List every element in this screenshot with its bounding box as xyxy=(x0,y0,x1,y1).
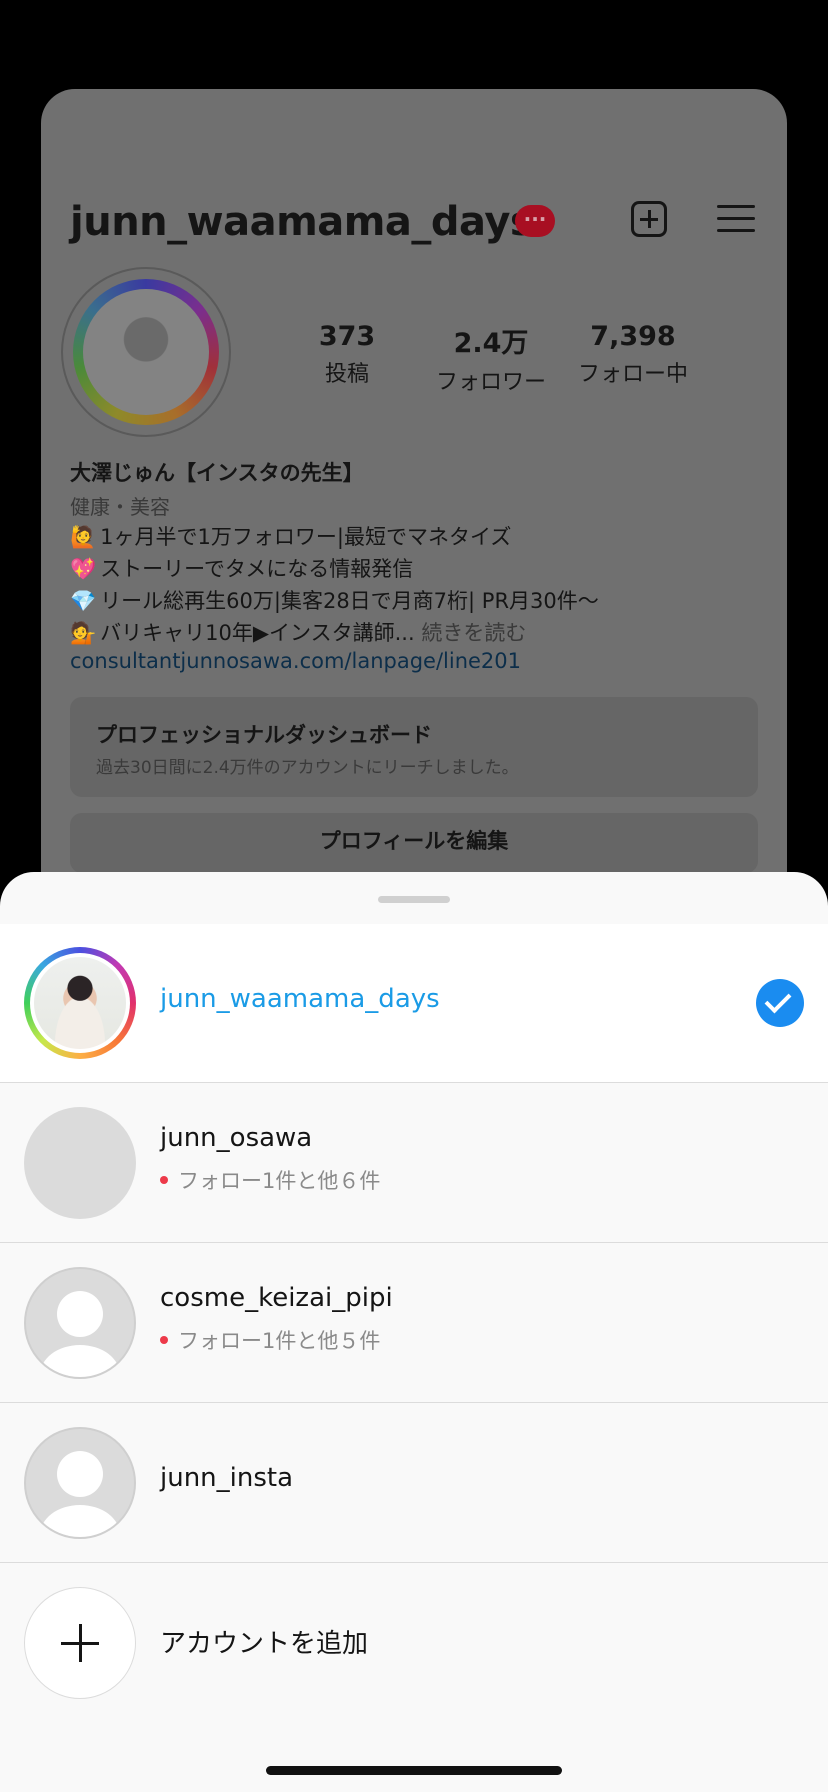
heart-emoji: 💖 xyxy=(70,557,97,581)
raising-hand-emoji: 🙋 xyxy=(70,525,97,549)
bio-text: ストーリーでタメになる情報発信 xyxy=(100,557,414,581)
plus-icon xyxy=(24,1587,136,1699)
account-row-junn-osawa[interactable]: junn_osawa フォロー1件と他６件 xyxy=(0,1083,828,1243)
bio-line: 💖 ストーリーでタメになる情報発信 xyxy=(70,553,413,583)
read-more-link[interactable]: 続きを読む xyxy=(421,621,526,645)
account-row-cosme-keizai-pipi[interactable]: cosme_keizai_pipi フォロー1件と他５件 xyxy=(0,1243,828,1403)
dashboard-subtitle: 過去30日間に2.4万件のアカウントにリーチしました。 xyxy=(96,758,519,778)
account-avatar xyxy=(24,1107,136,1219)
sheet-grabber[interactable] xyxy=(378,896,450,903)
bio-text: 1ヶ月半で1万フォロワー|最短でマネタイズ xyxy=(100,525,512,549)
profile-website-link[interactable]: consultantjunnosawa.com/lanpage/line201 xyxy=(70,649,521,673)
bio-text: バリキャリ10年▶インスタ講師... xyxy=(100,621,415,645)
profile-category: 健康・美容 xyxy=(70,495,170,519)
bio-line: 💁 バリキャリ10年▶インスタ講師... 続きを読む xyxy=(70,617,526,647)
default-avatar-icon xyxy=(24,1267,136,1379)
account-activity-text: フォロー1件と他６件 xyxy=(178,1169,381,1193)
profile-avatar[interactable] xyxy=(61,267,231,437)
account-avatar xyxy=(24,947,136,1059)
dashboard-title: プロフェッショナルダッシュボード xyxy=(96,723,432,747)
followers-count: 2.4万 xyxy=(453,328,529,359)
account-username: cosme_keizai_pipi xyxy=(160,1283,393,1313)
profile-username[interactable]: junn_waamama_days xyxy=(70,199,534,245)
bio-line: 💎 リール総再生60万|集客28日で月商7桁| PR月30件〜 xyxy=(70,585,599,615)
posts-label: 投稿 xyxy=(324,362,369,387)
gem-emoji: 💎 xyxy=(70,589,97,613)
account-username: junn_osawa xyxy=(160,1123,313,1153)
notification-badge[interactable]: ··· xyxy=(515,205,555,237)
followers-stat[interactable]: 2.4万 フォロワー xyxy=(421,321,561,396)
profile-photo xyxy=(34,957,126,1049)
account-username: junn_waamama_days xyxy=(160,984,440,1014)
professional-dashboard[interactable]: プロフェッショナルダッシュボード 過去30日間に2.4万件のアカウントにリーチし… xyxy=(70,697,758,797)
account-row-junn-insta[interactable]: junn_insta xyxy=(0,1403,828,1563)
bio-text: リール総再生60万|集客28日で月商7桁| PR月30件〜 xyxy=(100,589,599,613)
notification-dot xyxy=(160,1176,168,1184)
account-username: junn_insta xyxy=(160,1463,294,1493)
posts-count: 373 xyxy=(318,321,376,352)
bio-line: 🙋 1ヶ月半で1万フォロワー|最短でマネタイズ xyxy=(70,521,511,551)
checkmark-icon xyxy=(756,979,804,1027)
display-name: 大澤じゅん【インスタの先生】 xyxy=(70,461,364,485)
profile-photo xyxy=(83,289,209,415)
add-account-label: アカウントを追加 xyxy=(160,1629,369,1659)
notification-dot xyxy=(160,1336,168,1344)
account-activity: フォロー1件と他６件 xyxy=(160,1165,380,1195)
home-indicator[interactable] xyxy=(266,1766,562,1775)
account-row-junn-waamama-days[interactable]: junn_waamama_days xyxy=(0,924,828,1082)
default-avatar-icon xyxy=(24,1427,136,1539)
account-activity-text: フォロー1件と他５件 xyxy=(178,1329,381,1353)
profile-background: junn_waamama_days ··· 373 投稿 2.4万 フォロワー … xyxy=(41,89,787,989)
following-stat[interactable]: 7,398 フォロー中 xyxy=(563,321,703,388)
following-label: フォロー中 xyxy=(577,362,688,387)
account-activity: フォロー1件と他５件 xyxy=(160,1325,380,1355)
followers-label: フォロワー xyxy=(435,370,546,395)
posts-stat[interactable]: 373 投稿 xyxy=(277,321,417,388)
add-account-row[interactable]: アカウントを追加 xyxy=(0,1563,828,1723)
create-post-icon[interactable] xyxy=(631,201,667,237)
hamburger-menu-icon[interactable] xyxy=(717,205,755,233)
account-switcher-sheet: junn_waamama_days junn_osawa フォロー1件と他６件 … xyxy=(0,872,828,1792)
person-tipping-hand-emoji: 💁 xyxy=(70,621,97,645)
following-count: 7,398 xyxy=(590,321,676,352)
edit-profile-button[interactable]: プロフィールを編集 xyxy=(70,813,758,873)
